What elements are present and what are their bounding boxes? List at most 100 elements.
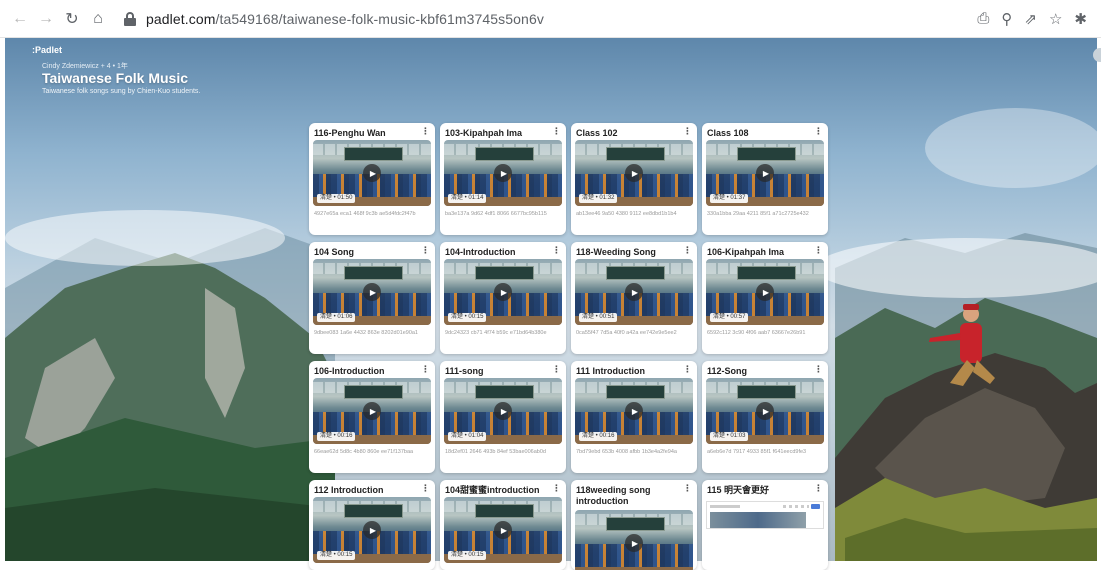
play-icon[interactable]: ▶ bbox=[494, 521, 512, 539]
post-menu-icon[interactable]: ⋮ bbox=[683, 483, 692, 494]
play-icon[interactable]: ▶ bbox=[625, 402, 643, 420]
install-app-icon[interactable]: ⎙ bbox=[977, 10, 989, 27]
post-card[interactable]: 116-Penghu Wan ⋮ ▶ 清楚 • 01:50 4927e65a eca1 … bbox=[309, 123, 435, 235]
video-thumbnail[interactable]: ▶ 清楚 • 00:15 bbox=[444, 259, 562, 325]
post-card[interactable]: 111-song ⋮ ▶ 清楚 • 01:04 18d2ef01 2646 493b 8… bbox=[440, 361, 566, 473]
post-attachment-preview[interactable] bbox=[706, 501, 824, 529]
video-duration-badge: 清楚 • 01:04 bbox=[448, 432, 487, 441]
post-card[interactable]: 118weeding song introduction ⋮ ▶ bbox=[571, 480, 697, 570]
play-icon[interactable]: ▶ bbox=[494, 283, 512, 301]
video-thumbnail[interactable]: ▶ 清楚 • 00:16 bbox=[313, 378, 431, 444]
post-menu-icon[interactable]: ⋮ bbox=[421, 245, 430, 256]
post-attachment-id: 6592c112 3c90 4f06 aab7 63667e26b91 bbox=[707, 330, 806, 336]
video-thumbnail[interactable]: ▶ 清楚 • 01:06 bbox=[313, 259, 431, 325]
post-menu-icon[interactable]: ⋮ bbox=[552, 483, 561, 494]
post-menu-icon[interactable]: ⋮ bbox=[552, 245, 561, 256]
post-menu-icon[interactable]: ⋮ bbox=[421, 483, 430, 494]
post-title: 112 Introduction bbox=[314, 485, 384, 495]
play-icon[interactable]: ▶ bbox=[625, 164, 643, 182]
star-icon[interactable]: ☆ bbox=[1049, 10, 1062, 28]
post-card[interactable]: 103-Kipahpah Ima ⋮ ▶ 清楚 • 01:14 ba3e137a 9d6… bbox=[440, 123, 566, 235]
post-card[interactable]: 106-Introduction ⋮ ▶ 清楚 • 00:16 66eae62d 5d8… bbox=[309, 361, 435, 473]
video-thumbnail[interactable]: ▶ 清楚 • 01:50 bbox=[313, 140, 431, 206]
post-card[interactable]: 111 Introduction ⋮ ▶ 清楚 • 00:16 7bd79ebd 653… bbox=[571, 361, 697, 473]
play-icon[interactable]: ▶ bbox=[363, 283, 381, 301]
post-attachment-id: 9dbee083 1a6e 4432 863e 8202d01e90a1 bbox=[314, 330, 418, 336]
video-thumbnail[interactable]: ▶ 清楚 • 00:15 bbox=[313, 497, 431, 563]
post-card[interactable]: 104 Song ⋮ ▶ 清楚 • 01:06 9dbee083 1a6e 4432 8… bbox=[309, 242, 435, 354]
post-menu-icon[interactable]: ⋮ bbox=[421, 364, 430, 375]
play-icon[interactable]: ▶ bbox=[756, 402, 774, 420]
post-card[interactable]: 104甜蜜蜜introduction ⋮ ▶ 清楚 • 00:15 bbox=[440, 480, 566, 570]
post-menu-icon[interactable]: ⋮ bbox=[814, 483, 823, 494]
back-icon[interactable]: ← bbox=[8, 7, 32, 31]
play-icon[interactable]: ▶ bbox=[625, 534, 643, 552]
post-attachment-id: a6eb6e7d 7917 4933 85f1 f641eecd9fe3 bbox=[707, 449, 807, 455]
reload-icon[interactable]: ↻ bbox=[60, 7, 84, 31]
post-attachment-id: 9dc24323 cb71 4f74 b59c e71bd64b380e bbox=[445, 330, 547, 336]
post-title: 111 Introduction bbox=[576, 366, 646, 376]
post-title: 115 明天會更好 bbox=[707, 485, 770, 495]
video-thumbnail[interactable]: ▶ 清楚 • 01:37 bbox=[706, 140, 824, 206]
play-icon[interactable]: ▶ bbox=[494, 164, 512, 182]
play-icon[interactable]: ▶ bbox=[756, 283, 774, 301]
post-menu-icon[interactable]: ⋮ bbox=[814, 245, 823, 256]
post-attachment-id: 7bd79ebd 653b 4008 afbb 1b3e4a2fe94a bbox=[576, 449, 677, 455]
video-thumbnail[interactable]: ▶ 清楚 • 01:32 bbox=[575, 140, 693, 206]
browser-actions: ⎙ ⚲ ⇗ ☆ ✱ bbox=[977, 10, 1101, 28]
post-card[interactable]: Class 102 ⋮ ▶ 清楚 • 01:32 ab13ee46 9a50 4380 … bbox=[571, 123, 697, 235]
post-card[interactable]: Class 108 ⋮ ▶ 清楚 • 01:37 330a1bba 29aa 4211 … bbox=[702, 123, 828, 235]
post-menu-icon[interactable]: ⋮ bbox=[552, 126, 561, 137]
url-text[interactable]: padlet.com/ta549168/taiwanese-folk-music… bbox=[146, 11, 544, 27]
padlet-logo[interactable]: :Padlet bbox=[32, 45, 62, 55]
post-title: 111-song bbox=[445, 366, 484, 376]
video-thumbnail[interactable]: ▶ 清楚 • 01:14 bbox=[444, 140, 562, 206]
play-icon[interactable]: ▶ bbox=[363, 164, 381, 182]
post-menu-icon[interactable]: ⋮ bbox=[683, 364, 692, 375]
post-card[interactable]: 106-Kipahpah Ima ⋮ ▶ 清楚 • 00:57 6592c112 3c9… bbox=[702, 242, 828, 354]
post-attachment-id: 330a1bba 29aa 4211 85f1 a71c2725e432 bbox=[707, 211, 809, 217]
post-attachment-id: ba3e137a 9d62 4df1 8066 6677bc95b115 bbox=[445, 211, 547, 217]
video-thumbnail[interactable]: ▶ bbox=[575, 510, 693, 570]
post-menu-icon[interactable]: ⋮ bbox=[552, 364, 561, 375]
forward-icon[interactable]: → bbox=[34, 7, 58, 31]
post-menu-icon[interactable]: ⋮ bbox=[683, 126, 692, 137]
play-icon[interactable]: ▶ bbox=[494, 402, 512, 420]
video-thumbnail[interactable]: ▶ 清楚 • 01:04 bbox=[444, 378, 562, 444]
post-menu-icon[interactable]: ⋮ bbox=[421, 126, 430, 137]
side-panel-handle[interactable] bbox=[1093, 48, 1101, 62]
post-menu-icon[interactable]: ⋮ bbox=[814, 364, 823, 375]
post-menu-icon[interactable]: ⋮ bbox=[683, 245, 692, 256]
video-thumbnail[interactable]: ▶ 清楚 • 00:15 bbox=[444, 497, 562, 563]
video-thumbnail[interactable]: ▶ 清楚 • 00:57 bbox=[706, 259, 824, 325]
play-icon[interactable]: ▶ bbox=[625, 283, 643, 301]
extensions-icon[interactable]: ✱ bbox=[1074, 10, 1087, 28]
url-path: /ta549168/taiwanese-folk-music-kbf61m374… bbox=[215, 10, 544, 27]
post-title: Class 108 bbox=[707, 128, 749, 138]
post-title: Class 102 bbox=[576, 128, 618, 138]
post-title: 112-Song bbox=[707, 366, 748, 376]
post-card[interactable]: 112-Song ⋮ ▶ 清楚 • 01:03 a6eb6e7d 7917 4933 8… bbox=[702, 361, 828, 473]
video-thumbnail[interactable]: ▶ 清楚 • 00:16 bbox=[575, 378, 693, 444]
video-duration-badge: 清楚 • 00:51 bbox=[579, 313, 618, 322]
play-icon[interactable]: ▶ bbox=[363, 521, 381, 539]
post-menu-icon[interactable]: ⋮ bbox=[814, 126, 823, 137]
zoom-icon[interactable]: ⚲ bbox=[1001, 10, 1012, 28]
post-card[interactable]: 112 Introduction ⋮ ▶ 清楚 • 00:15 bbox=[309, 480, 435, 570]
post-card[interactable]: 118-Weeding Song ⋮ ▶ 清楚 • 00:51 0ca55f47 7d5… bbox=[571, 242, 697, 354]
address-bar[interactable]: padlet.com/ta549168/taiwanese-folk-music… bbox=[124, 5, 977, 33]
lock-icon[interactable] bbox=[124, 11, 136, 26]
play-icon[interactable]: ▶ bbox=[756, 164, 774, 182]
post-card[interactable]: 115 明天會更好 ⋮ bbox=[702, 480, 828, 570]
home-icon[interactable]: ⌂ bbox=[86, 7, 110, 31]
video-duration-badge: 清楚 • 01:06 bbox=[317, 313, 356, 322]
url-host: padlet.com bbox=[146, 10, 216, 27]
share-icon[interactable]: ⇗ bbox=[1024, 10, 1037, 28]
post-attachment-id: 18d2ef01 2646 493b 84ef 53bae006ab0d bbox=[445, 449, 546, 455]
post-title: 106-Introduction bbox=[314, 366, 385, 376]
video-thumbnail[interactable]: ▶ 清楚 • 00:51 bbox=[575, 259, 693, 325]
post-card[interactable]: 104-Introduction ⋮ ▶ 清楚 • 00:15 9dc24323 cb7… bbox=[440, 242, 566, 354]
video-thumbnail[interactable]: ▶ 清楚 • 01:03 bbox=[706, 378, 824, 444]
video-duration-badge: 清楚 • 01:14 bbox=[448, 194, 487, 203]
play-icon[interactable]: ▶ bbox=[363, 402, 381, 420]
